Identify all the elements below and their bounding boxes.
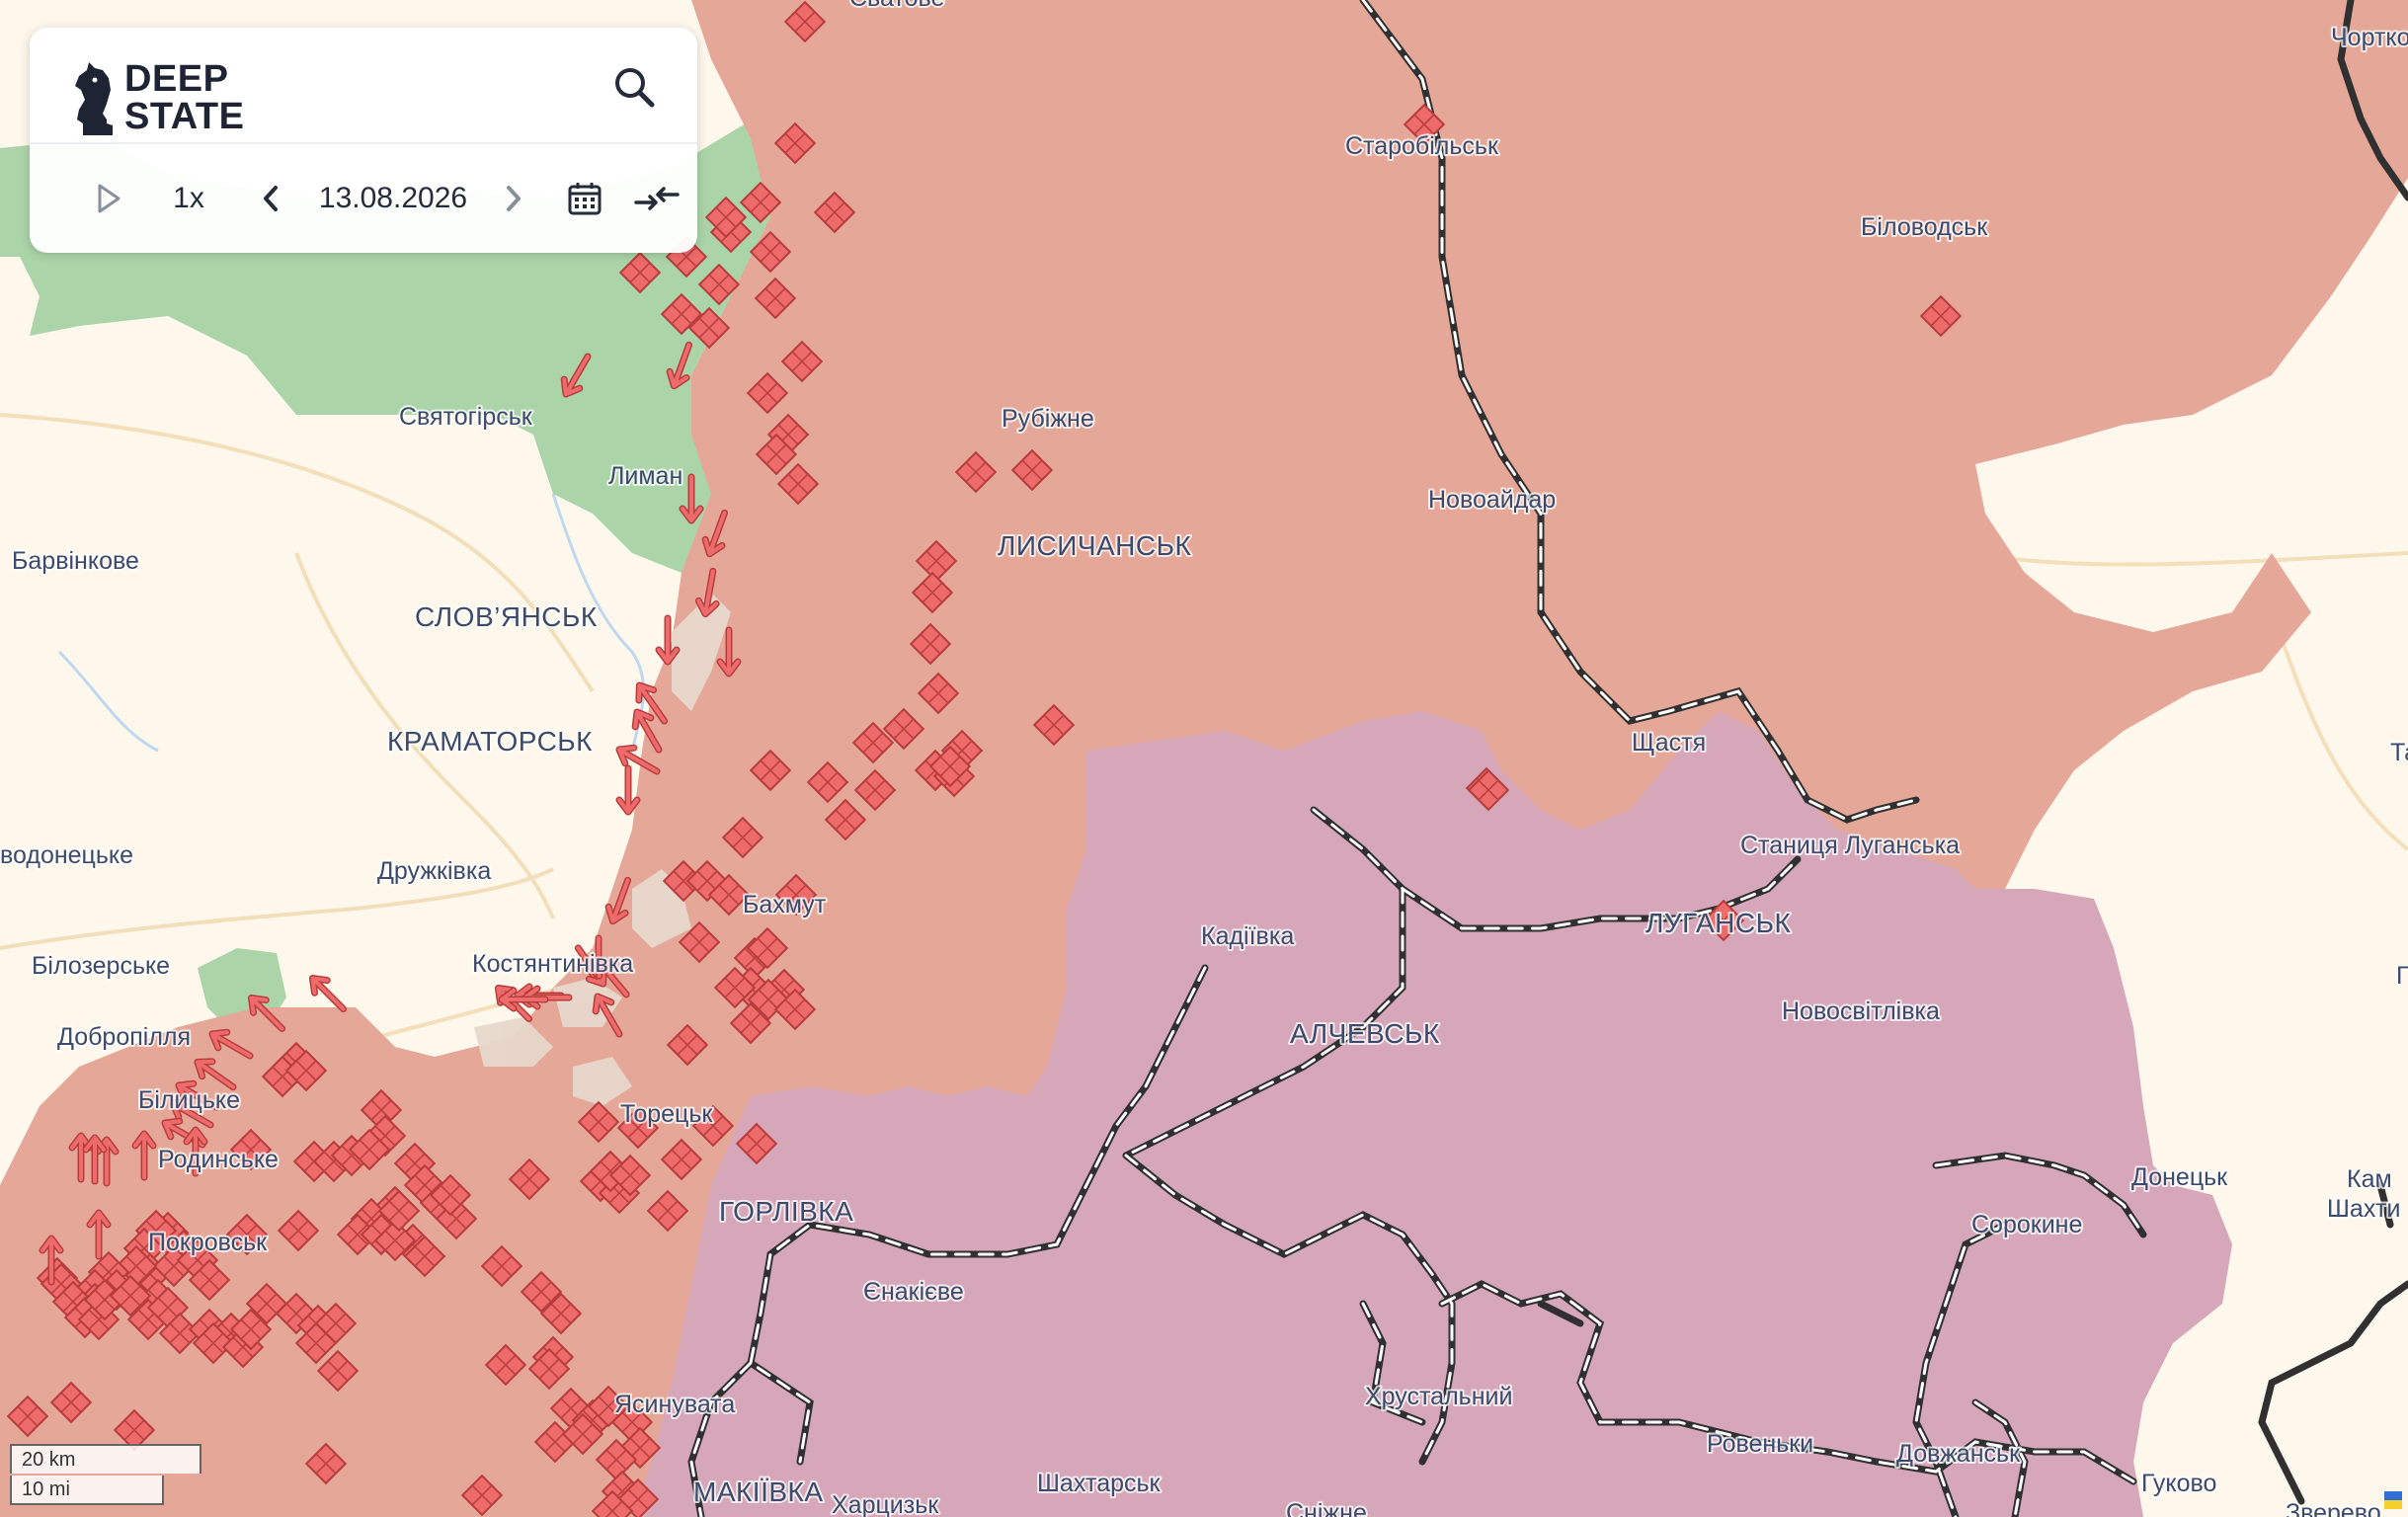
speed-label: 1x [173, 182, 204, 214]
place-label-stanytsia: Станиця Луганська [1740, 832, 1960, 859]
place-label-ta: Та [2390, 739, 2408, 766]
logo-line1: DEEP [124, 58, 229, 100]
place-label-zverevo: Зверево [2286, 1499, 2381, 1517]
place-label-luhansk: ЛУГАНСЬК [1645, 908, 1791, 938]
place-label-bilozerske: Білозерське [32, 952, 170, 980]
place-label-shchastia: Щастя [1632, 729, 1706, 757]
current-date: 13.08.2026 [318, 182, 468, 214]
place-label-toretsk: Торецьк [620, 1100, 713, 1128]
place-label-rovenky: Ровеньки [1707, 1430, 1813, 1458]
place-label-novosvitlivka: Новосвітлівка [1782, 998, 1940, 1025]
chevron-left-icon [264, 186, 278, 211]
place-label-yenakiieve: Єнакієве [863, 1278, 964, 1306]
deepstate-logo[interactable]: DEEP STATE [73, 43, 244, 152]
place-label-yasynuvata: Ясинувата [614, 1391, 735, 1418]
play-button[interactable] [87, 144, 130, 253]
place-label-makiivka: МАКІЇВКА [693, 1477, 824, 1507]
place-label-rodynske: Родинське [158, 1146, 279, 1173]
place-label-pokrovsk: Покровськ [148, 1229, 268, 1256]
place-label-snizhne: Сніжне [1286, 1499, 1367, 1517]
place-label-slovyansk: СЛОВ’ЯНСЬК [415, 601, 598, 632]
chevron-right-icon [507, 186, 521, 211]
logo-line2: STATE [124, 96, 245, 137]
search-button[interactable] [610, 63, 660, 113]
compare-arrows-icon [634, 187, 680, 210]
calendar-icon [568, 183, 602, 215]
place-label-starobilsk: Старобільськ [1345, 132, 1499, 160]
place-label-shakhtarsk: Шахтарськ [1037, 1470, 1162, 1497]
place-label-dobropillia: Добропілля [57, 1023, 191, 1051]
ukraine-flag-icon [2384, 1491, 2402, 1509]
place-label-g: Г [2396, 962, 2408, 990]
place-label-novoaidar: Новоайдар [1428, 486, 1556, 514]
place-label-hukovo: Гуково [2141, 1470, 2216, 1497]
place-label-svyatohirsk: Святогірськ [399, 403, 533, 431]
compare-button[interactable] [622, 144, 691, 253]
place-label-bilytske: Білицьке [138, 1086, 240, 1114]
control-panel: DEEP STATE 1x 13.08.2026 [30, 28, 697, 253]
place-label-shakhty: Шахти [2327, 1195, 2400, 1223]
scale-bar-km: 20 km [10, 1444, 201, 1474]
search-icon [615, 68, 655, 108]
place-label-sorokyne: Сорокине [1971, 1211, 2082, 1238]
place-label-svatove: Сватове [849, 0, 944, 12]
place-label-kramatorsk: КРАМАТОРСЬК [387, 726, 593, 757]
place-label-horlivka: ГОРЛІВКА [719, 1196, 853, 1227]
place-label-dovzhansk: Довжанськ [1896, 1440, 2021, 1468]
place-label-kadiivka: Кадіївка [1201, 922, 1294, 950]
place-label-lysychansk: ЛИСИЧАНСЬК [998, 530, 1192, 561]
play-icon [98, 184, 120, 213]
place-label-alchevsk: АЛЧЕВСЬК [1290, 1018, 1440, 1049]
place-label-rubizhne: Рубіжне [1002, 405, 1094, 433]
place-label-lyman: Лиман [608, 462, 682, 490]
knight-icon [75, 62, 113, 135]
timeline-controls: 1x 13.08.2026 [30, 144, 697, 253]
scale-bar-mi: 10 mi [10, 1476, 164, 1505]
place-label-vodonetske: водонецьке [0, 841, 133, 869]
place-label-druzhkivka: Дружківка [377, 857, 491, 885]
place-label-khrustalnyi: Хрустальний [1365, 1383, 1512, 1410]
calendar-button[interactable] [553, 144, 616, 253]
place-label-donetsk_town: Донецьк [2131, 1163, 2228, 1191]
prev-day-button[interactable] [249, 144, 292, 253]
speed-button[interactable]: 1x [146, 144, 231, 253]
place-label-barvinkove: Барвінкове [12, 547, 139, 575]
date-display[interactable]: 13.08.2026 [294, 144, 492, 253]
place-label-kostiantynivka: Костянтинівка [472, 950, 633, 978]
place-label-khartsyzk: Харцизьк [832, 1491, 939, 1517]
place-label-bakhmut: Бахмут [743, 891, 827, 918]
place-label-bilovodsk: Біловодськ [1861, 213, 1988, 241]
place-label-kam: Кам [2347, 1165, 2392, 1193]
next-day-button[interactable] [492, 144, 535, 253]
place-label-chortkove: Чорткове [2331, 24, 2408, 51]
